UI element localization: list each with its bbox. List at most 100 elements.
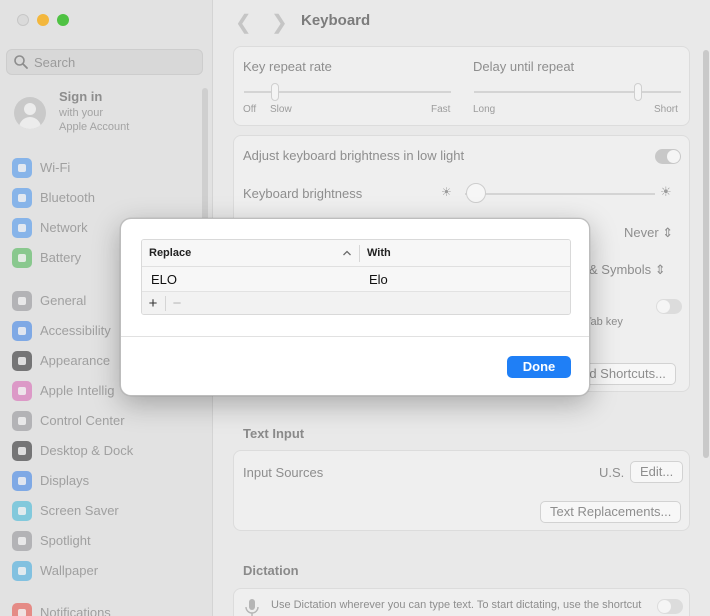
- delay-long-label: Long: [473, 104, 496, 115]
- bluetooth-icon: [12, 188, 32, 208]
- text-input-heading: Text Input: [243, 426, 305, 441]
- adjust-brightness-toggle[interactable]: [655, 149, 681, 164]
- network-icon: [12, 218, 32, 238]
- replacements-table: Replace With ELO Elo + −: [141, 239, 571, 315]
- key-repeat-rate-label: Key repeat rate: [243, 59, 332, 74]
- sidebar-item-label: Bluetooth: [40, 190, 95, 205]
- accessibility-icon: [12, 321, 32, 341]
- sidebar-item-bluetooth[interactable]: Bluetooth: [12, 187, 202, 209]
- with-column-header[interactable]: With: [367, 247, 391, 259]
- battery-icon: [12, 248, 32, 268]
- forward-chevron-icon[interactable]: ❯: [271, 10, 288, 35]
- sidebar-item-displays[interactable]: Displays: [12, 470, 202, 492]
- sidebar-item-label: Screen Saver: [40, 503, 119, 518]
- sidebar-item-spotlight[interactable]: Spotlight: [12, 530, 202, 552]
- keyboard-navigation-toggle[interactable]: [656, 299, 682, 314]
- sidebar-item-label: General: [40, 293, 87, 308]
- brightness-track: [465, 193, 655, 195]
- toolbar: ❮ ❯ Keyboard: [213, 0, 710, 42]
- sidebar-item-label: Apple Intellig: [40, 383, 115, 398]
- delay-until-repeat-slider[interactable]: [634, 83, 642, 101]
- page-title: Keyboard: [301, 12, 371, 29]
- sidebar-item-label: Battery: [40, 250, 82, 265]
- input-sources-value: U.S.: [599, 465, 625, 480]
- dictation-description: Use Dictation wherever you can type text…: [271, 599, 642, 611]
- globe-key-popup[interactable]: & Symbols ⇕: [589, 262, 666, 278]
- sidebar-item-notifications[interactable]: Notifications: [12, 602, 202, 616]
- sort-ascending-icon: [343, 250, 351, 256]
- brightness-high-icon: ☀: [660, 184, 672, 199]
- table-header: Replace With: [142, 240, 570, 267]
- minimize-window-button[interactable]: [37, 14, 49, 26]
- sidebar-item-label: Wi-Fi: [40, 160, 71, 175]
- sign-in-subtitle-1: with your: [59, 107, 104, 119]
- table-row[interactable]: ELO Elo: [142, 267, 570, 291]
- table-footer: + −: [142, 291, 570, 314]
- sidebar-item-control-center[interactable]: Control Center: [12, 410, 202, 432]
- sidebar-item-label: Desktop & Dock: [40, 443, 134, 458]
- key-repeat-slider[interactable]: [271, 83, 279, 101]
- screen-saver-icon: [12, 501, 32, 521]
- dictation-toggle[interactable]: [657, 599, 683, 614]
- search-field[interactable]: Search: [6, 49, 203, 75]
- edit-input-sources-button[interactable]: Edit...: [630, 461, 684, 483]
- apple-intelligence-icon: [12, 381, 32, 401]
- delay-until-repeat-label: Delay until repeat: [473, 59, 575, 74]
- keyboard-shortcuts-button[interactable]: rd Shortcuts...: [575, 363, 676, 385]
- wallpaper-icon: [12, 561, 32, 581]
- sign-in-title: Sign in: [59, 89, 103, 104]
- sidebar-item-label: Displays: [40, 473, 90, 488]
- content-scrollbar[interactable]: [703, 50, 709, 458]
- replace-cell: ELO: [151, 272, 178, 287]
- text-replacements-button[interactable]: Text Replacements...: [540, 501, 682, 523]
- avatar: [14, 97, 46, 129]
- search-placeholder: Search: [34, 55, 76, 70]
- turn-off-popup[interactable]: Never ⇕: [624, 225, 673, 241]
- delay-track: [474, 91, 681, 93]
- sidebar-item-screen-saver[interactable]: Screen Saver: [12, 500, 202, 522]
- close-window-button[interactable]: [17, 14, 29, 26]
- repeat-card: Key repeat rate Off Slow Fast Delay unti…: [233, 46, 690, 126]
- sidebar-item-wallpaper[interactable]: Wallpaper: [12, 560, 202, 582]
- search-icon: [14, 55, 28, 69]
- done-button[interactable]: Done: [507, 356, 571, 378]
- microphone-icon: [245, 599, 259, 616]
- sidebar-item-label: Spotlight: [40, 533, 91, 548]
- text-input-card: Input Sources U.S. Edit... Text Replacem…: [233, 450, 690, 531]
- brightness-low-icon: ☀: [441, 185, 452, 199]
- remove-replacement-button[interactable]: −: [166, 294, 188, 313]
- text-replacements-sheet: Replace With ELO Elo + − Done: [120, 218, 590, 396]
- sidebar-item-label: Accessibility: [40, 323, 111, 338]
- key-repeat-off-label: Off: [243, 104, 257, 115]
- zoom-window-button[interactable]: [57, 14, 69, 26]
- notifications-icon: [12, 603, 32, 616]
- key-repeat-fast-label: Fast: [431, 104, 451, 115]
- keyboard-brightness-slider[interactable]: [466, 183, 486, 203]
- keyboard-brightness-label: Keyboard brightness: [243, 186, 363, 201]
- sidebar-item-label: Appearance: [40, 353, 111, 368]
- add-replacement-button[interactable]: +: [142, 294, 164, 313]
- sidebar-item-wi-fi[interactable]: Wi-Fi: [12, 157, 202, 179]
- adjust-brightness-label: Adjust keyboard brightness in low light: [243, 148, 465, 163]
- column-divider: [359, 245, 360, 262]
- displays-icon: [12, 471, 32, 491]
- wifi-icon: [12, 158, 32, 178]
- spotlight-icon: [12, 531, 32, 551]
- gear-icon: [12, 291, 32, 311]
- sidebar-item-label: Notifications: [40, 605, 111, 616]
- with-cell: Elo: [369, 272, 388, 287]
- sidebar-item-label: Wallpaper: [40, 563, 99, 578]
- key-repeat-slow-label: Slow: [270, 104, 292, 115]
- input-sources-label: Input Sources: [243, 465, 324, 480]
- back-chevron-icon[interactable]: ❮: [235, 10, 252, 35]
- dictation-heading: Dictation: [243, 563, 299, 578]
- delay-short-label: Short: [654, 104, 678, 115]
- sidebar-item-desktop-dock[interactable]: Desktop & Dock: [12, 440, 202, 462]
- sheet-separator: [121, 336, 589, 337]
- sidebar-item-label: Control Center: [40, 413, 125, 428]
- sign-in-subtitle-2: Apple Account: [59, 121, 130, 133]
- sidebar-scrollbar[interactable]: [202, 88, 208, 238]
- control-center-icon: [12, 411, 32, 431]
- dock-icon: [12, 441, 32, 461]
- replace-column-header[interactable]: Replace: [149, 247, 191, 259]
